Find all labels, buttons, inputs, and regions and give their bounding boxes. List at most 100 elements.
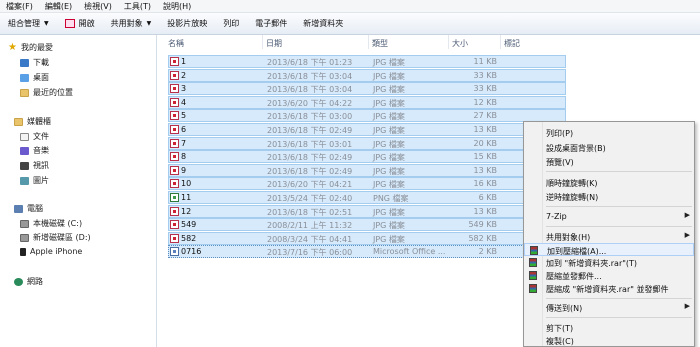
- file-row[interactable]: 3 2013/6/18 下午 03:04 JPG 檔案 33 KB: [168, 82, 566, 96]
- menu-view[interactable]: 檢視(V): [84, 1, 112, 12]
- file-row[interactable]: 2 2013/6/18 下午 03:04 JPG 檔案 33 KB: [168, 68, 566, 82]
- file-row[interactable]: 4 2013/6/20 下午 04:22 JPG 檔案 12 KB: [168, 95, 566, 109]
- email-button[interactable]: 電子郵件: [255, 18, 287, 29]
- file-row[interactable]: 11 2013/5/24 下午 02:40 PNG 檔案 6 KB: [168, 191, 566, 204]
- winrar-icon: [529, 284, 537, 293]
- winrar-icon: [530, 246, 538, 255]
- column-header-tags[interactable]: 標記: [504, 38, 520, 49]
- video-icon: [20, 161, 29, 170]
- menu-file[interactable]: 檔案(F): [6, 1, 33, 12]
- column-divider[interactable]: [262, 35, 263, 49]
- organize-button[interactable]: 組合管理 ▼: [8, 18, 49, 29]
- file-row[interactable]: 0716 2013/7/16 下午 06:00 Microsoft Office .…: [168, 245, 566, 259]
- email-label: 電子郵件: [255, 19, 288, 28]
- file-date: 2013/6/18 下午 02:49: [267, 153, 353, 163]
- file-date: 2013/6/18 下午 02:49: [267, 126, 353, 135]
- menu-item-rotate-counterclockwise[interactable]: 逆時鐘旋轉(N): [524, 190, 694, 203]
- file-row[interactable]: 12 2013/6/18 下午 02:51 JPG 檔案 13 KB: [168, 204, 566, 218]
- sidebar-item-drive-d[interactable]: 新增磁碟區 (D:): [20, 232, 91, 243]
- menu-item-7zip[interactable]: 7-Zip ▶: [524, 210, 694, 223]
- submenu-arrow-icon: ▶: [684, 231, 690, 239]
- file-row[interactable]: 10 2013/6/20 下午 04:21 JPG 檔案 16 KB: [168, 177, 566, 191]
- menu-item-share-with[interactable]: 共用對象(H) ▶: [524, 230, 694, 243]
- music-icon: [20, 146, 29, 155]
- navigation-pane: ★ 我的最愛 下載 桌面 最近的位置 媒體櫃 文件 音樂 視訊 圖片 電腦 本機…: [0, 35, 157, 347]
- sidebar-item-recent[interactable]: 最近的位置: [20, 87, 73, 98]
- menu-edit[interactable]: 編輯(E): [45, 1, 72, 12]
- sidebar-item-label: 網路: [27, 277, 43, 286]
- menu-tools[interactable]: 工具(T): [124, 1, 151, 12]
- file-name: 7: [181, 138, 187, 148]
- menu-item-print[interactable]: 列印(P): [524, 126, 694, 139]
- column-header-size[interactable]: 大小: [452, 38, 468, 49]
- sidebar-item-label: 桌面: [33, 73, 49, 82]
- file-row[interactable]: 6 2013/6/18 下午 02:49 JPG 檔案 13 KB: [168, 123, 566, 136]
- file-type: JPG 檔案: [373, 98, 405, 108]
- file-row[interactable]: 7 2013/6/18 下午 03:01 JPG 檔案 20 KB: [168, 136, 566, 150]
- menu-help[interactable]: 說明(H): [163, 1, 191, 12]
- file-name: 582: [181, 233, 197, 243]
- file-size: 582 KB: [468, 233, 497, 243]
- column-divider[interactable]: [368, 35, 369, 49]
- open-button[interactable]: 開啟: [64, 18, 95, 29]
- sidebar-item-label: 新增磁碟區 (D:): [33, 233, 91, 242]
- image-file-icon: [170, 84, 179, 94]
- sidebar-item-drive-c[interactable]: 本機磁碟 (C:): [20, 218, 82, 229]
- file-row[interactable]: 549 2008/2/11 上午 11:32 JPG 檔案 549 KB: [168, 218, 566, 232]
- file-type: PNG 檔案: [373, 194, 409, 203]
- share-button[interactable]: 共用對象 ▼: [111, 18, 152, 29]
- file-name: 1: [181, 57, 187, 66]
- file-size: 13 KB: [473, 206, 497, 216]
- sidebar-item-libraries[interactable]: 媒體櫃: [14, 116, 51, 127]
- sidebar-item-label: 我的最愛: [21, 43, 53, 52]
- file-type: Microsoft Office ...: [373, 247, 446, 257]
- sidebar-item-videos[interactable]: 視訊: [20, 160, 49, 171]
- image-file-icon: [170, 111, 179, 121]
- sidebar-item-favorites[interactable]: ★ 我的最愛: [8, 42, 53, 53]
- file-row[interactable]: 582 2008/3/24 下午 04:41 JPG 檔案 582 KB: [168, 231, 566, 245]
- image-file-icon: [170, 206, 179, 216]
- sidebar-item-downloads[interactable]: 下載: [20, 57, 49, 68]
- column-header-type[interactable]: 類型: [372, 38, 388, 49]
- slideshow-button[interactable]: 投影片放映: [167, 18, 207, 29]
- menu-item-send-to[interactable]: 傳送到(N) ▶: [524, 301, 694, 314]
- new-folder-button[interactable]: 新增資料夾: [303, 18, 343, 29]
- file-row[interactable]: 9 2013/6/18 下午 02:49 JPG 檔案 13 KB: [168, 163, 566, 177]
- sidebar-item-desktop[interactable]: 桌面: [20, 72, 49, 83]
- computer-icon: [14, 204, 23, 213]
- menu-item-compress-rar-and-email[interactable]: 壓縮成 "新增資料夾.rar" 並發郵件: [524, 282, 694, 295]
- sidebar-item-label: 本機磁碟 (C:): [33, 219, 83, 228]
- sidebar-item-label: 視訊: [33, 161, 49, 170]
- menu-item-compress-and-email[interactable]: 壓縮並發郵件...: [524, 269, 694, 282]
- menu-item-label: 逆時鐘旋轉(N): [546, 193, 599, 202]
- sidebar-item-computer[interactable]: 電腦: [14, 203, 43, 214]
- sidebar-item-documents[interactable]: 文件: [20, 131, 49, 142]
- sidebar-item-music[interactable]: 音樂: [20, 145, 49, 156]
- menu-item-preview[interactable]: 預覽(V): [524, 155, 694, 168]
- sidebar-item-iphone[interactable]: Apple iPhone: [20, 247, 82, 256]
- menu-item-cut[interactable]: 剪下(T): [524, 321, 694, 334]
- sidebar-item-pictures[interactable]: 圖片: [20, 175, 49, 186]
- file-name: 10: [181, 179, 192, 189]
- menu-item-rotate-clockwise[interactable]: 順時鐘旋轉(K): [524, 176, 694, 189]
- menu-item-set-background[interactable]: 設成桌面背景(B): [524, 141, 694, 154]
- sidebar-item-network[interactable]: 網路: [14, 276, 43, 287]
- file-row[interactable]: 1 2013/6/18 下午 01:23 JPG 檔案 11 KB: [168, 55, 566, 68]
- file-row[interactable]: 8 2013/6/18 下午 02:49 JPG 檔案 15 KB: [168, 150, 566, 164]
- column-header-date[interactable]: 日期: [266, 38, 282, 49]
- menu-item-label: 複製(C): [546, 337, 574, 346]
- column-divider[interactable]: [500, 35, 501, 49]
- phone-icon: [20, 247, 26, 256]
- file-date: 2013/6/20 下午 04:21: [267, 180, 353, 190]
- column-header-name[interactable]: 名稱: [168, 38, 184, 49]
- menu-item-add-to-rar[interactable]: 加到 "新增資料夾.rar"(T): [524, 256, 694, 269]
- menu-item-add-to-archive[interactable]: 加到壓縮檔(A)...: [524, 243, 694, 256]
- column-divider[interactable]: [448, 35, 449, 49]
- menu-item-copy[interactable]: 複製(C): [524, 334, 694, 347]
- submenu-arrow-icon: ▶: [684, 302, 690, 310]
- file-name: 549: [181, 220, 197, 230]
- print-button[interactable]: 列印: [223, 18, 239, 29]
- recent-places-icon: [20, 88, 29, 97]
- file-row[interactable]: 5 2013/6/18 下午 03:00 JPG 檔案 27 KB: [168, 109, 566, 123]
- file-name: 0716: [181, 247, 202, 257]
